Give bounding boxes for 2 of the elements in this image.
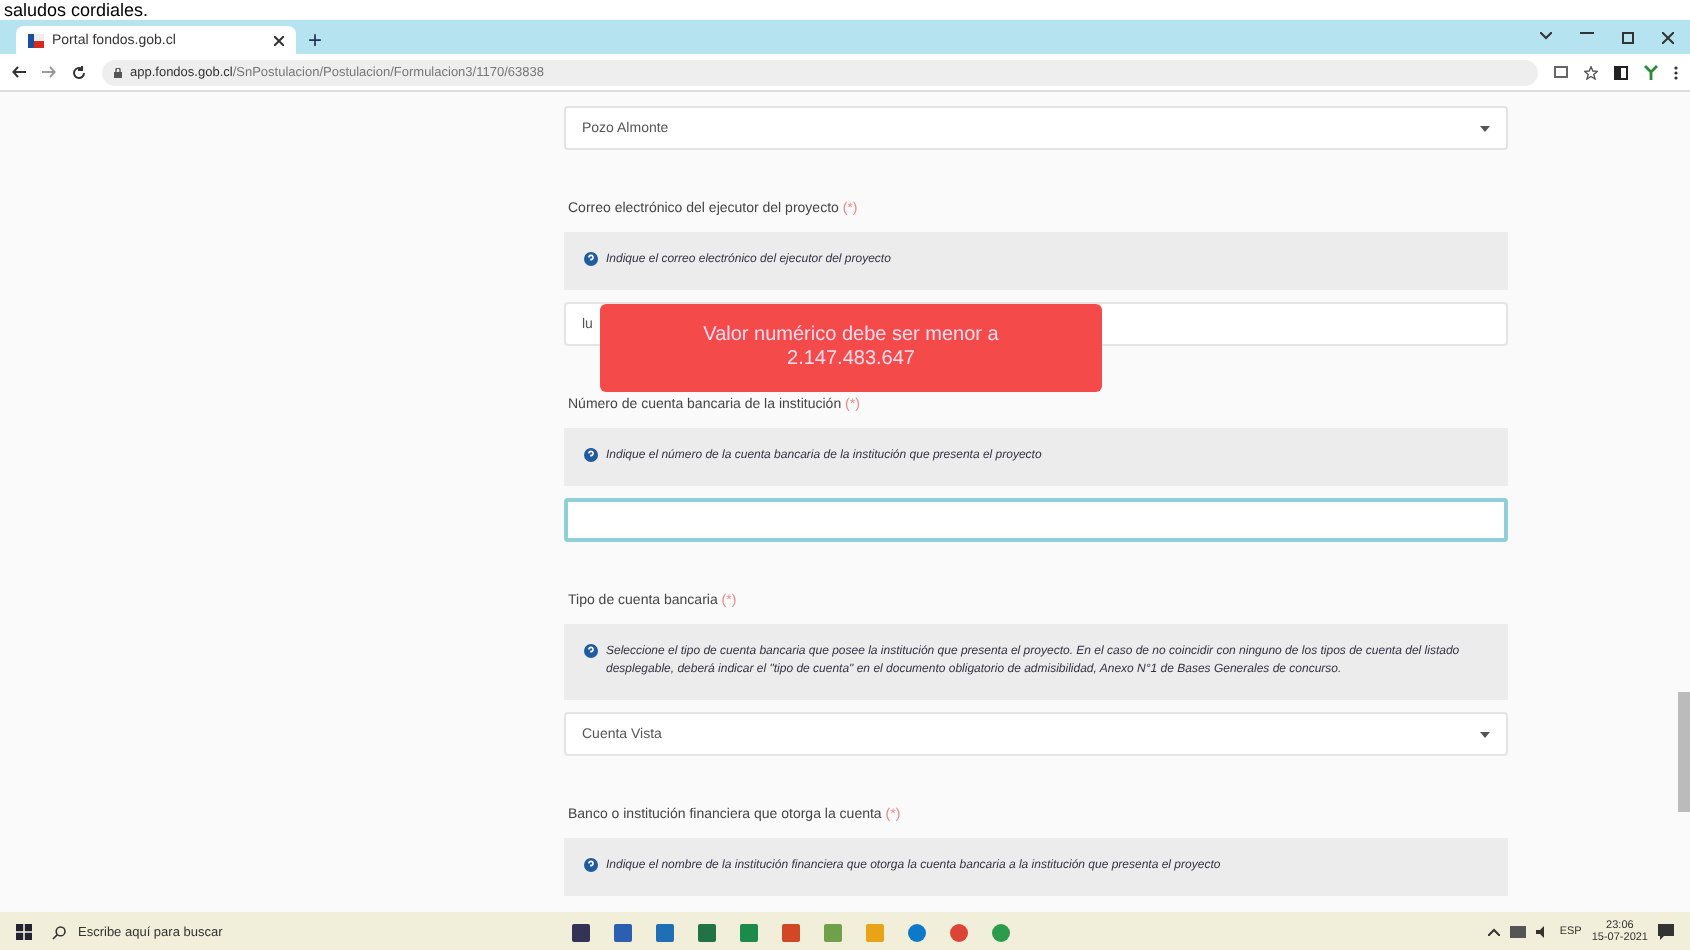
error-toast: Valor numérico debe ser menor a 2.147.483.647: [600, 304, 1102, 392]
caption-text: saludos cordiales.: [4, 0, 149, 20]
